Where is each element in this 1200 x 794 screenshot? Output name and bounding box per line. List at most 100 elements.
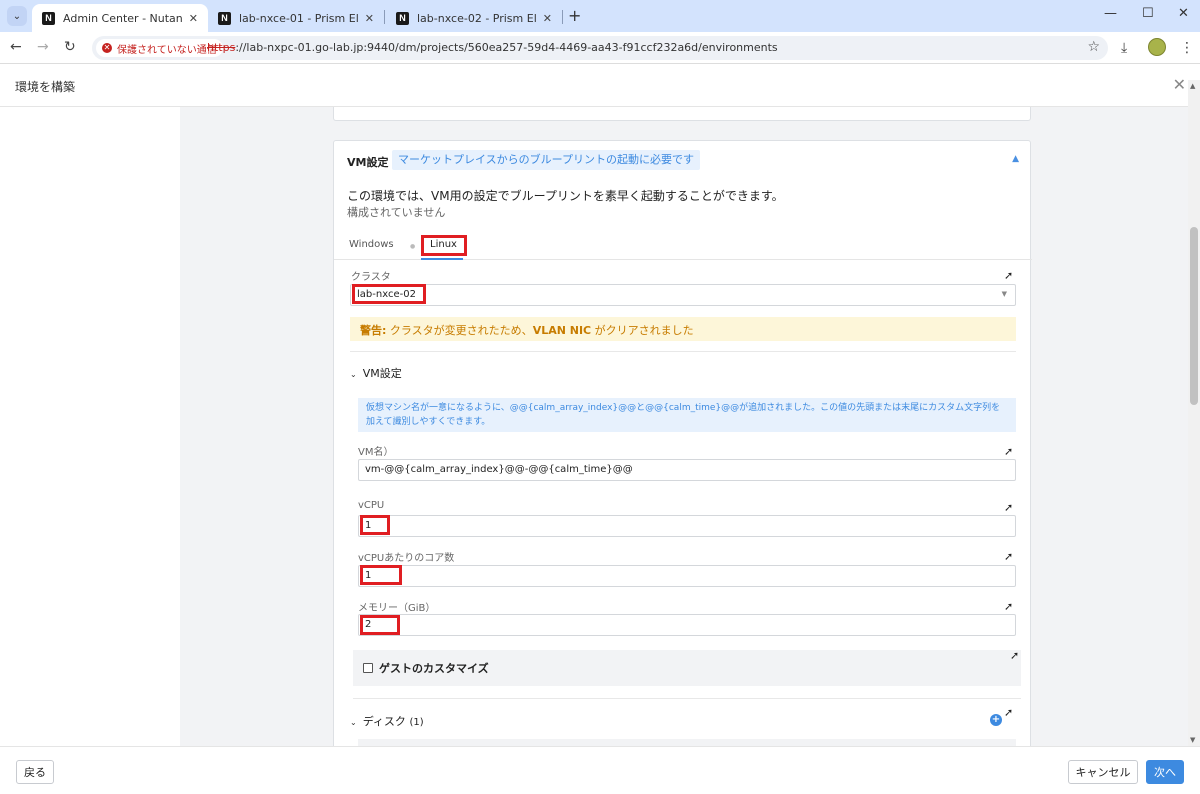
scroll-up-icon[interactable]: ▲: [1190, 82, 1195, 90]
previous-card: [333, 107, 1031, 121]
runtime-pin-icon[interactable]: ➚: [1004, 501, 1013, 514]
runtime-pin-icon[interactable]: ➚: [1004, 600, 1013, 613]
tab-separator: [384, 10, 385, 24]
highlight-box-linux: [421, 235, 467, 256]
dot-separator: ●: [410, 243, 416, 250]
runtime-pin-icon[interactable]: ➚: [1010, 649, 1019, 662]
cores-per-vcpu-input[interactable]: 1: [358, 565, 1016, 587]
bookmark-star-icon[interactable]: ☆: [1087, 39, 1100, 55]
close-icon[interactable]: ✕: [1173, 75, 1186, 94]
tab-list-chevron-icon[interactable]: ⌄: [7, 6, 27, 26]
maximize-icon[interactable]: ☐: [1142, 6, 1154, 21]
warning-icon: ✕: [102, 43, 112, 53]
page-scrollbar[interactable]: ▲ ▼: [1188, 80, 1200, 746]
subsection-title: VM設定: [362, 367, 402, 380]
window-close-icon[interactable]: ✕: [1178, 6, 1189, 21]
required-badge: マーケットプレイスからのブループリントの起動に必要です: [392, 150, 701, 170]
back-button[interactable]: 戻る: [16, 760, 54, 784]
dialog-footer: 戻る キャンセル 次へ: [0, 746, 1200, 794]
divider: [353, 698, 1021, 699]
guest-customization-label: ゲストのカスタマイズ: [379, 662, 489, 675]
chevron-down-icon: ▼: [1001, 290, 1007, 298]
warning-text: クラスタが変更されたため、: [386, 324, 533, 337]
forward-arrow-icon[interactable]: →: [37, 39, 49, 55]
vcpu-input[interactable]: 1: [358, 515, 1016, 537]
warning-prefix: 警告:: [360, 324, 387, 337]
disk-row: [358, 739, 1016, 746]
runtime-pin-icon[interactable]: ➚: [1004, 445, 1013, 458]
close-icon[interactable]: ✕: [543, 12, 552, 25]
menu-kebab-icon[interactable]: ⋮: [1180, 40, 1194, 56]
chevron-down-icon: ⌄: [350, 718, 357, 727]
vcpu-label: vCPU: [358, 500, 385, 511]
vm-name-label: VM名）: [358, 447, 394, 458]
cluster-label: クラスタ: [351, 272, 391, 283]
highlight-box-cluster: [352, 284, 426, 304]
close-icon[interactable]: ✕: [365, 12, 374, 25]
download-icon[interactable]: ⤓: [1121, 40, 1127, 56]
runtime-pin-icon[interactable]: ➚: [1004, 269, 1013, 282]
browser-tab-lab-nxce-02[interactable]: N lab-nxce-02 - Prism Element ✕: [386, 4, 562, 32]
memory-input[interactable]: 2: [358, 614, 1016, 636]
guest-customization-panel: ゲストのカスタマイズ: [353, 650, 1021, 686]
tab-separator: [562, 10, 563, 24]
browser-tab-admin-center[interactable]: N Admin Center - Nutanix ✕: [32, 4, 208, 32]
nutanix-favicon-icon: N: [218, 11, 231, 25]
active-tab-indicator: [421, 258, 463, 260]
browser-toolbar: ← → ↻ ✕ 保護されていない通信 https://lab-nxpc-01.g…: [0, 32, 1200, 64]
nutanix-favicon-icon: N: [42, 11, 55, 25]
highlight-box-cores: [360, 565, 402, 585]
close-icon[interactable]: ✕: [189, 12, 198, 25]
warning-suffix: がクリアされました: [591, 324, 694, 337]
url-scheme: https: [207, 41, 236, 54]
chevron-up-icon[interactable]: ▲: [1012, 154, 1019, 164]
cluster-select[interactable]: lab-nxce-02 ▼: [350, 284, 1016, 306]
disk-subsection-toggle[interactable]: ⌄ ディスク (1): [350, 713, 424, 729]
browser-tab-bar: ⌄ N Admin Center - Nutanix ✕ N lab-nxce-…: [0, 0, 1200, 32]
vm-settings-card: VM設定 マーケットプレイスからのブループリントの起動に必要です ▲ この環境で…: [333, 140, 1032, 746]
scroll-thumb[interactable]: [1190, 227, 1198, 405]
add-disk-plus-icon[interactable]: +: [990, 714, 1002, 726]
guest-customization-checkbox[interactable]: [363, 663, 373, 673]
scroll-down-icon[interactable]: ▼: [1190, 736, 1195, 744]
divider: [350, 351, 1016, 352]
runtime-pin-icon[interactable]: ➚: [1004, 706, 1013, 719]
vm-config-subsection-toggle[interactable]: ⌄ VM設定: [350, 365, 402, 381]
chevron-down-icon: ⌄: [350, 370, 357, 379]
tab-title: lab-nxce-01 - Prism Element: [239, 11, 359, 25]
cancel-button[interactable]: キャンセル: [1068, 760, 1138, 784]
new-tab-plus-icon[interactable]: +: [568, 6, 581, 25]
tab-windows[interactable]: Windows: [349, 239, 394, 250]
security-label: 保護されていない通信: [117, 44, 217, 56]
security-indicator[interactable]: ✕ 保護されていない通信: [96, 39, 223, 57]
url-path: ://lab-nxpc-01.go-lab.jp:9440/dm/project…: [235, 41, 778, 54]
vm-name-input[interactable]: vm-@@{calm_array_index}@@-@@{calm_time}@…: [358, 459, 1016, 481]
disk-label: ディスク: [362, 715, 406, 728]
tab-title: Admin Center - Nutanix: [63, 11, 183, 25]
cluster-warning: 警告: クラスタが変更されたため、VLAN NIC がクリアされました: [350, 317, 1016, 341]
url-text: https://lab-nxpc-01.go-lab.jp:9440/dm/pr…: [207, 41, 778, 54]
profile-avatar[interactable]: [1148, 38, 1166, 56]
memory-label: メモリー（GiB）: [358, 603, 436, 614]
page-title: 環境を構築: [15, 80, 76, 94]
runtime-pin-icon[interactable]: ➚: [1004, 550, 1013, 563]
address-bar[interactable]: ✕ 保護されていない通信 https://lab-nxpc-01.go-lab.…: [92, 36, 1108, 60]
tab-title: lab-nxce-02 - Prism Element: [417, 11, 537, 25]
config-status: 構成されていません: [347, 206, 446, 219]
browser-tab-lab-nxce-01[interactable]: N lab-nxce-01 - Prism Element ✕: [208, 4, 384, 32]
cores-label: vCPUあたりのコア数: [358, 553, 455, 564]
minimize-icon[interactable]: —: [1104, 6, 1117, 21]
content-area: VM設定 マーケットプレイスからのブループリントの起動に必要です ▲ この環境で…: [0, 107, 1188, 746]
next-button[interactable]: 次へ: [1146, 760, 1184, 784]
dialog-header: 環境を構築 ✕: [0, 65, 1200, 107]
warning-bold: VLAN NIC: [532, 324, 592, 337]
disk-count: (1): [409, 717, 424, 728]
vm-name-info: 仮想マシン名が一意になるように、@@{calm_array_index}@@と@…: [358, 398, 1016, 432]
highlight-box-memory: [360, 615, 400, 635]
nutanix-favicon-icon: N: [396, 11, 409, 25]
section-description: この環境では、VM用の設定でブループリントを素早く起動することができます。: [347, 189, 784, 203]
section-title: VM設定: [347, 156, 389, 169]
back-arrow-icon[interactable]: ←: [10, 39, 22, 55]
reload-icon[interactable]: ↻: [64, 39, 76, 55]
highlight-box-vcpu: [360, 515, 390, 535]
